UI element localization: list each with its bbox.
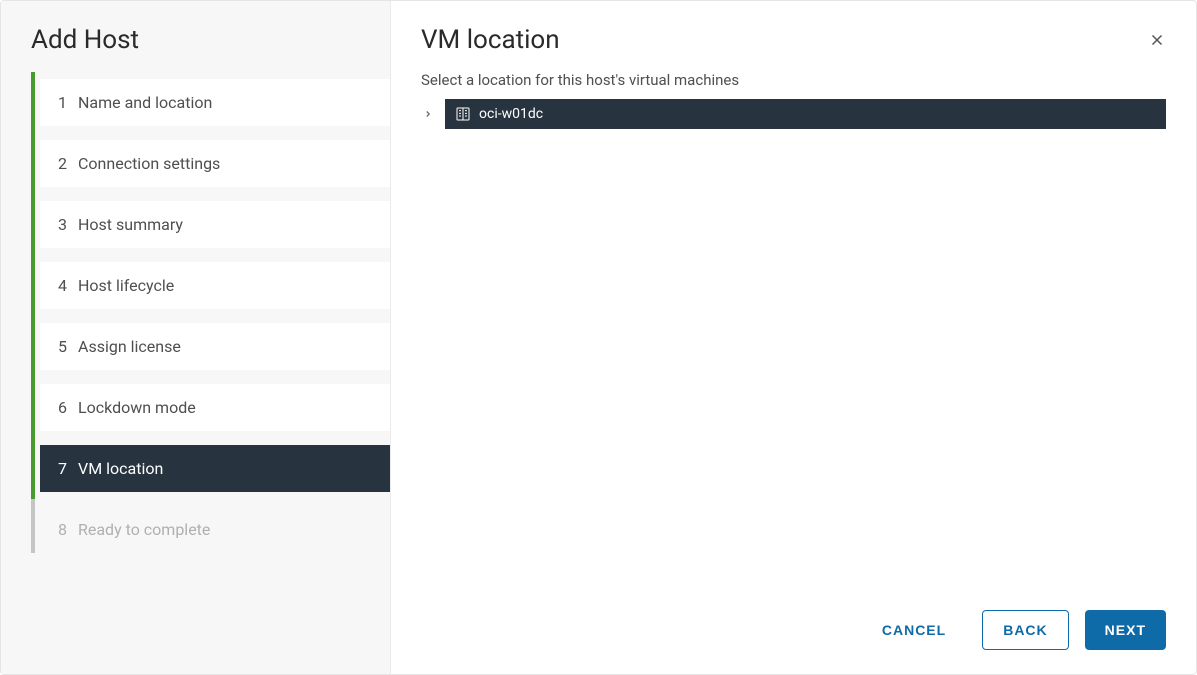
step-number: 7: [58, 459, 78, 478]
step-number: 4: [58, 276, 78, 295]
step-number: 6: [58, 398, 78, 417]
step-label: Host lifecycle: [78, 276, 174, 295]
step-number: 5: [58, 337, 78, 356]
step-assign-license[interactable]: 5 Assign license: [40, 323, 390, 370]
step-label: VM location: [78, 459, 163, 478]
step-number: 3: [58, 215, 78, 234]
wizard-title: Add Host: [1, 25, 390, 79]
tree-item-datacenter[interactable]: oci-w01dc: [445, 99, 1166, 129]
page-title: VM location: [421, 25, 1166, 55]
cancel-button[interactable]: CANCEL: [862, 610, 966, 650]
step-label: Ready to complete: [78, 520, 210, 539]
step-label: Name and location: [78, 93, 212, 112]
step-label: Connection settings: [78, 154, 220, 173]
step-number: 2: [58, 154, 78, 173]
page-subtitle: Select a location for this host's virtua…: [421, 71, 1166, 89]
datacenter-icon: [455, 106, 471, 122]
step-host-lifecycle[interactable]: 4 Host lifecycle: [40, 262, 390, 309]
step-name-and-location[interactable]: 1 Name and location: [40, 79, 390, 126]
step-vm-location[interactable]: 7 VM location: [40, 445, 390, 492]
step-label: Host summary: [78, 215, 183, 234]
wizard-content: VM location Select a location for this h…: [391, 1, 1196, 674]
step-connection-settings[interactable]: 2 Connection settings: [40, 140, 390, 187]
step-number: 1: [58, 93, 78, 112]
step-lockdown-mode[interactable]: 6 Lockdown mode: [40, 384, 390, 431]
close-button[interactable]: [1148, 31, 1166, 53]
step-label: Assign license: [78, 337, 181, 356]
step-ready-to-complete: 8 Ready to complete: [40, 506, 390, 553]
wizard-footer: CANCEL BACK NEXT: [421, 610, 1166, 650]
chevron-right-icon: [423, 109, 433, 119]
step-host-summary[interactable]: 3 Host summary: [40, 201, 390, 248]
tree-expand-toggle[interactable]: [421, 107, 435, 121]
step-number: 8: [58, 520, 78, 539]
add-host-dialog: Add Host 1 Name and location 2 Connectio…: [0, 0, 1197, 675]
back-button[interactable]: BACK: [982, 610, 1068, 650]
wizard-sidebar: Add Host 1 Name and location 2 Connectio…: [1, 1, 391, 674]
wizard-steps: 1 Name and location 2 Connection setting…: [1, 79, 390, 553]
step-label: Lockdown mode: [78, 398, 196, 417]
tree-item-label: oci-w01dc: [479, 106, 543, 122]
next-button[interactable]: NEXT: [1085, 610, 1166, 650]
close-icon: [1148, 31, 1166, 49]
tree-row: oci-w01dc: [421, 99, 1166, 129]
